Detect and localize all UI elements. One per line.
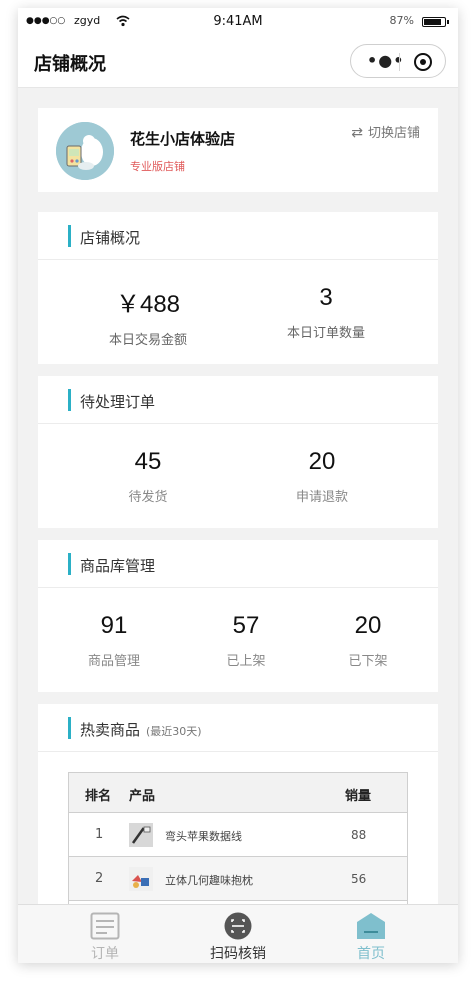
tab-home[interactable]: 首页 <box>298 905 444 963</box>
stat-value: 3 <box>319 284 333 311</box>
section-title: 商品库管理 <box>80 557 156 575</box>
stat-label: 申请退款 <box>295 490 348 505</box>
table-header: 排名 产品 销量 <box>69 773 407 813</box>
stat-delisted[interactable]: 20 已下架 <box>328 612 408 669</box>
store-overview-card: 店铺概况 ￥488 本日交易金额 3 本日订单数量 <box>38 212 438 364</box>
hot-products-card: 热卖商品 (最近30天) 排名 产品 销量 1 弯头苹果数据线 88 2 立体几… <box>38 704 438 908</box>
nav-bar: 店铺概况 •●• <box>18 36 458 88</box>
stat-product-management[interactable]: 91 商品管理 <box>74 612 154 669</box>
section-subtitle: (最近30天) <box>146 725 202 738</box>
scan-icon <box>224 912 252 940</box>
stat-value: 45 <box>134 448 162 475</box>
tab-label: 订单 <box>91 946 119 962</box>
home-icon <box>357 913 385 939</box>
section-accent-bar <box>68 717 71 739</box>
page-content: 花生小店体验店 专业版店铺 ⇄ 切换店铺 店铺概况 ￥488 本日交易金额 3 本… <box>18 88 458 908</box>
section-accent-bar <box>68 225 71 247</box>
stat-label: 已下架 <box>348 654 388 669</box>
tab-label: 扫码核销 <box>210 946 266 962</box>
stat-value: 20 <box>354 612 382 639</box>
battery-percent: 87% <box>389 14 414 27</box>
table-row[interactable]: 2 立体几何趣味抱枕 56 <box>69 857 407 901</box>
stat-label: 已上架 <box>226 654 266 669</box>
stat-value: 20 <box>308 448 336 475</box>
column-header-sales: 销量 <box>345 789 372 804</box>
tab-scan-verify[interactable]: 扫码核销 <box>165 905 311 963</box>
product-library-card: 商品库管理 91 商品管理 57 已上架 20 已下架 <box>38 540 438 692</box>
tab-label: 首页 <box>357 946 385 962</box>
battery-icon <box>422 17 449 27</box>
section-title: 待处理订单 <box>80 393 156 411</box>
page-title: 店铺概况 <box>34 54 106 75</box>
section-header: 待处理订单 <box>38 376 438 424</box>
stat-to-ship[interactable]: 45 待发货 <box>88 448 208 505</box>
row-rank: 2 <box>95 871 104 886</box>
phone-screen: ●●●○○ zgyd 9:41AM 87% 店铺概况 •●• 花生小店体验店 专… <box>18 8 458 963</box>
row-sales: 88 <box>351 828 367 842</box>
section-title: 热卖商品 (最近30天) <box>80 719 202 740</box>
stat-value: ￥488 <box>115 291 181 318</box>
table-row[interactable]: 1 弯头苹果数据线 88 <box>69 813 407 857</box>
store-name: 花生小店体验店 <box>130 130 236 148</box>
status-bar: ●●●○○ zgyd 9:41AM 87% <box>18 8 458 36</box>
store-avatar <box>56 122 114 180</box>
pending-orders-card: 待处理订单 45 待发货 20 申请退款 <box>38 376 438 528</box>
stat-listed[interactable]: 57 已上架 <box>206 612 286 669</box>
product-thumbnail-cable-icon <box>129 823 153 847</box>
stat-today-amount[interactable]: ￥488 本日交易金额 <box>88 284 208 348</box>
switch-store-label: 切换店铺 <box>367 126 420 141</box>
stat-label: 商品管理 <box>87 654 140 669</box>
store-level-badge: 专业版店铺 <box>130 160 185 173</box>
store-avatar-illustration-icon <box>56 122 114 180</box>
section-title-text: 热卖商品 <box>80 721 141 739</box>
stat-value: 91 <box>100 612 128 639</box>
stat-today-orders[interactable]: 3 本日订单数量 <box>266 284 386 341</box>
tab-orders[interactable]: 订单 <box>32 905 178 963</box>
section-title: 店铺概况 <box>80 229 141 247</box>
stat-label: 本日订单数量 <box>286 326 365 341</box>
section-accent-bar <box>68 389 71 411</box>
order-list-icon <box>90 912 120 940</box>
close-target-icon[interactable] <box>414 53 432 71</box>
section-header: 商品库管理 <box>38 540 438 588</box>
hot-products-table: 排名 产品 销量 1 弯头苹果数据线 88 2 立体几何趣味抱枕 56 <box>68 772 408 908</box>
product-thumbnail-pillow-icon <box>129 867 153 891</box>
swap-icon: ⇄ <box>351 125 363 141</box>
row-product-name: 弯头苹果数据线 <box>165 830 242 843</box>
tab-bar: 订单 扫码核销 首页 <box>18 904 458 963</box>
store-card: 花生小店体验店 专业版店铺 ⇄ 切换店铺 <box>38 108 438 192</box>
stat-refund-requests[interactable]: 20 申请退款 <box>262 448 382 505</box>
mini-program-capsule: •●• <box>350 44 446 78</box>
section-header: 热卖商品 (最近30天) <box>38 704 438 752</box>
column-header-rank: 排名 <box>85 789 112 804</box>
row-product-name: 立体几何趣味抱枕 <box>165 874 253 887</box>
capsule-divider <box>399 53 400 71</box>
stat-label: 待发货 <box>128 490 168 505</box>
row-rank: 1 <box>95 827 104 842</box>
section-accent-bar <box>68 553 71 575</box>
stat-value: 57 <box>232 612 260 639</box>
row-sales: 56 <box>351 872 367 886</box>
stat-label: 本日交易金额 <box>108 333 187 348</box>
switch-store-button[interactable]: ⇄ 切换店铺 <box>351 122 420 141</box>
column-header-product: 产品 <box>129 789 156 804</box>
section-header: 店铺概况 <box>38 212 438 260</box>
